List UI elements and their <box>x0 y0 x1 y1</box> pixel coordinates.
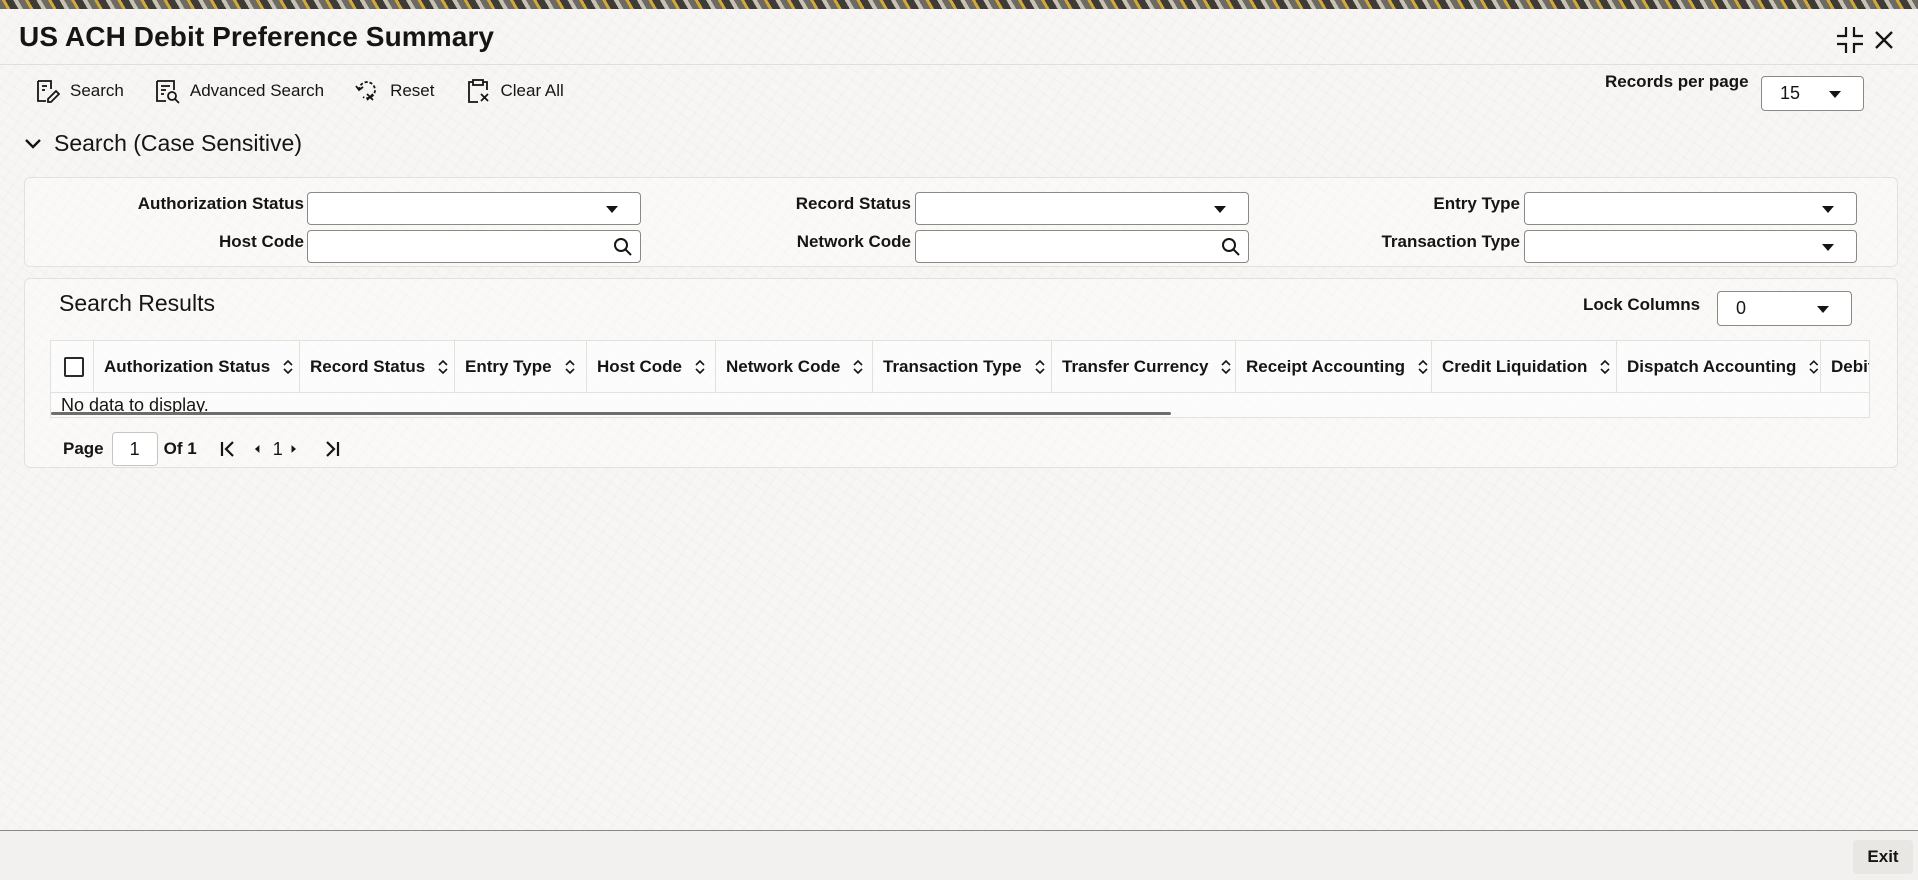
decorative-header-strip <box>0 0 1918 9</box>
select-all-checkbox[interactable] <box>64 357 84 377</box>
column-header-dispatch-accounting[interactable]: Dispatch Accounting <box>1617 341 1821 393</box>
entry-type-select[interactable] <box>1524 192 1857 225</box>
pagination: Page 1 Of 1 1 <box>63 432 343 466</box>
select-all-cell <box>51 341 94 393</box>
chevron-down-icon <box>1822 243 1834 251</box>
column-header-transaction-type[interactable]: Transaction Type <box>873 341 1052 393</box>
table-header: Authorization Status Record Status Entry… <box>51 341 1869 393</box>
previous-page-icon[interactable] <box>253 438 267 460</box>
clipboard-clear-icon <box>467 79 489 103</box>
search-section-toggle[interactable]: Search (Case Sensitive) <box>22 130 302 157</box>
lock-columns-select[interactable]: 0 <box>1717 291 1852 326</box>
authorization-status-select[interactable] <box>307 192 641 225</box>
column-header-host-code[interactable]: Host Code <box>587 341 716 393</box>
network-code-input[interactable] <box>915 230 1249 263</box>
sort-icon <box>695 359 705 375</box>
sort-icon <box>1418 359 1428 375</box>
footer-bar <box>0 831 1918 880</box>
lock-columns-value: 0 <box>1736 298 1747 318</box>
sort-icon <box>853 359 863 375</box>
clear-all-button[interactable]: Clear All <box>465 78 564 104</box>
search-doc-icon <box>37 80 60 103</box>
chevron-down-icon <box>1817 305 1829 313</box>
exit-button[interactable]: Exit <box>1853 840 1913 874</box>
page-total-label: Of 1 <box>163 439 197 458</box>
records-per-page-value: 15 <box>1780 83 1801 103</box>
host-code-label: Host Code <box>219 232 304 251</box>
page-label: Page <box>63 439 104 458</box>
reset-button[interactable]: Reset <box>354 78 435 104</box>
sort-icon <box>438 359 448 375</box>
column-header-debit[interactable]: Debit <box>1821 341 1869 393</box>
advanced-search-icon <box>155 80 180 104</box>
page-input[interactable]: 1 <box>111 432 158 466</box>
clear-all-button-label: Clear All <box>500 81 564 100</box>
record-status-label: Record Status <box>795 194 911 213</box>
records-per-page-select[interactable]: 15 <box>1761 76 1864 111</box>
transaction-type-label: Transaction Type <box>1381 232 1520 251</box>
search-icon[interactable] <box>1220 236 1242 258</box>
advanced-search-button-label: Advanced Search <box>189 81 325 100</box>
column-header-authorization-status[interactable]: Authorization Status <box>94 341 300 393</box>
chevron-down-icon <box>1822 205 1834 213</box>
search-button-label: Search <box>70 81 124 100</box>
shrink-icon[interactable] <box>1833 23 1867 57</box>
reset-icon <box>355 81 376 101</box>
reset-button-label: Reset <box>390 81 435 100</box>
column-header-record-status[interactable]: Record Status <box>300 341 455 393</box>
page-number[interactable]: 1 <box>273 439 283 460</box>
search-criteria-panel: Authorization Status Record Status Entry… <box>24 177 1898 267</box>
search-section-title: Search (Case Sensitive) <box>54 130 302 156</box>
network-code-label: Network Code <box>796 232 911 251</box>
column-header-entry-type[interactable]: Entry Type <box>455 341 587 393</box>
search-button[interactable]: Search <box>34 78 124 104</box>
sort-icon <box>1221 359 1232 375</box>
column-header-credit-liquidation[interactable]: Credit Liquidation <box>1432 341 1617 393</box>
record-status-select[interactable] <box>915 192 1249 225</box>
chevron-down-icon <box>25 138 41 149</box>
advanced-search-button[interactable]: Advanced Search <box>154 78 324 104</box>
toolbar: Search Advanced Search Reset Clear All <box>34 76 594 106</box>
column-header-transfer-currency[interactable]: Transfer Currency <box>1052 341 1236 393</box>
sort-icon <box>1600 359 1611 375</box>
search-results-title: Search Results <box>59 290 215 316</box>
search-icon[interactable] <box>612 236 634 258</box>
sort-icon <box>1809 360 1819 374</box>
horizontal-scrollbar[interactable] <box>51 412 1171 415</box>
authorization-status-label: Authorization Status <box>137 194 304 213</box>
column-header-network-code[interactable]: Network Code <box>716 341 873 393</box>
chevron-down-icon <box>1829 90 1841 98</box>
chevron-down-icon <box>1214 205 1226 213</box>
host-code-input[interactable] <box>307 230 641 263</box>
page-title: US ACH Debit Preference Summary <box>19 21 495 52</box>
records-per-page-label: Records per page <box>1605 72 1749 91</box>
sort-icon <box>283 359 293 375</box>
last-page-icon[interactable] <box>321 438 343 460</box>
sort-icon <box>1034 359 1045 375</box>
transaction-type-select[interactable] <box>1524 230 1857 263</box>
sort-icon <box>565 359 575 375</box>
next-page-icon[interactable] <box>289 438 303 460</box>
title-bar: US ACH Debit Preference Summary <box>0 9 1918 65</box>
column-header-receipt-accounting[interactable]: Receipt Accounting <box>1236 341 1432 393</box>
lock-columns-label: Lock Columns <box>1583 295 1701 314</box>
first-page-icon[interactable] <box>217 438 239 460</box>
chevron-down-icon <box>606 205 618 213</box>
results-table: Authorization Status Record Status Entry… <box>50 340 1870 418</box>
entry-type-label: Entry Type <box>1433 194 1520 213</box>
close-icon[interactable] <box>1867 23 1901 57</box>
